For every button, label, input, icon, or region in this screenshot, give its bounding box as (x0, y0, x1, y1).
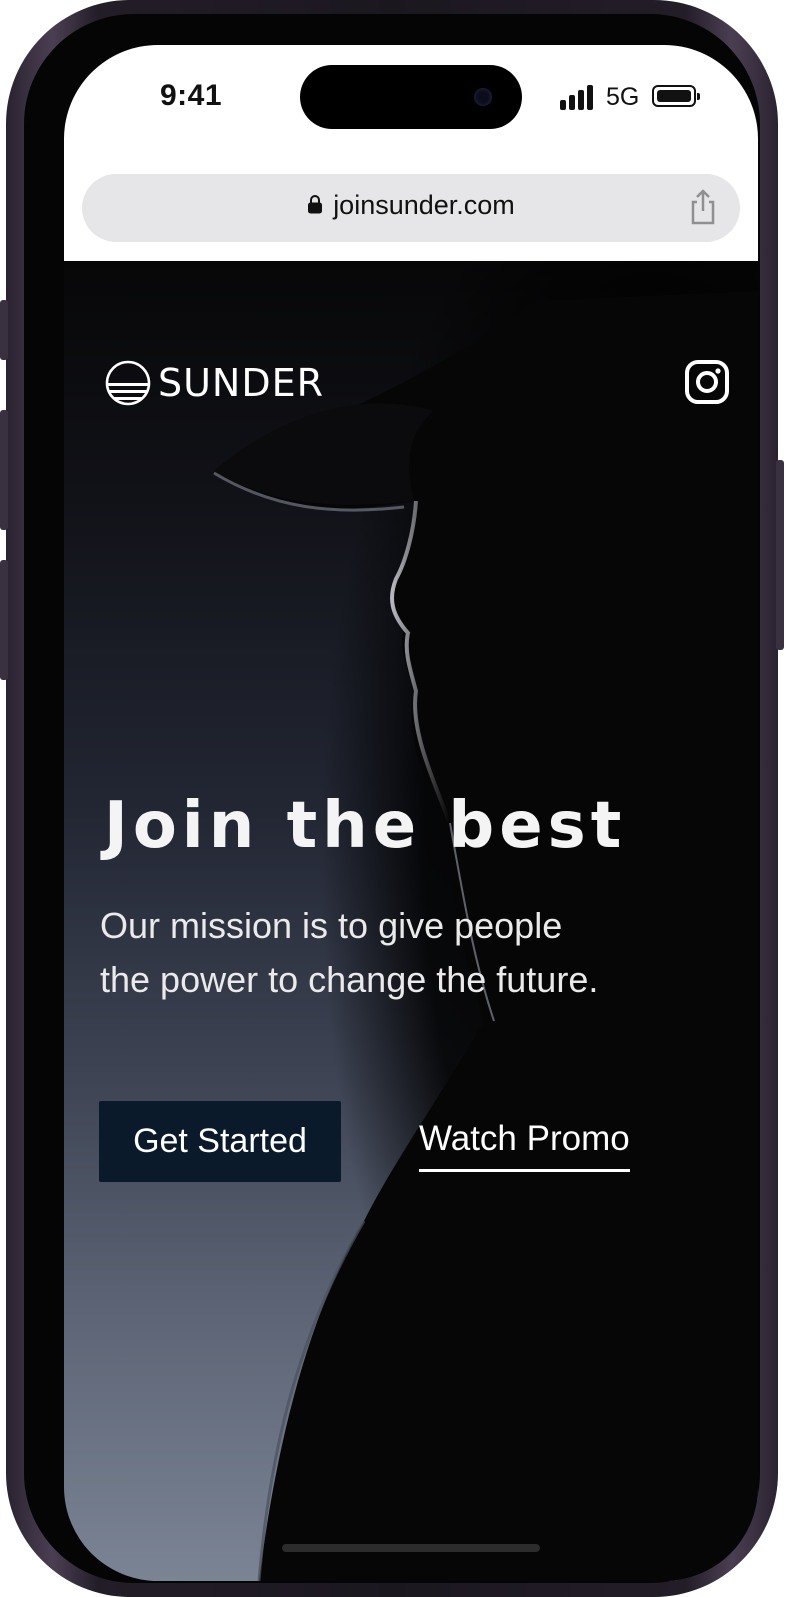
phone-bezel: 9:41 5G joinsunder.com SUNDER Join the b… (24, 14, 760, 1583)
phone-screen: 9:41 5G joinsunder.com SUNDER Join the b… (64, 45, 758, 1581)
status-time: 9:41 (160, 79, 223, 112)
url-field[interactable]: joinsunder.com (82, 174, 740, 242)
status-bar: 9:41 5G (64, 45, 758, 145)
get-started-button[interactable]: Get Started (99, 1101, 341, 1182)
browser-address-bar: joinsunder.com (64, 145, 758, 261)
hero-section: SUNDER Join the best Our mission is to g… (64, 261, 758, 1581)
instagram-icon[interactable] (684, 359, 730, 405)
brand-name: SUNDER (158, 361, 325, 405)
phone-frame: 9:41 5G joinsunder.com SUNDER Join the b… (0, 0, 784, 1597)
network-type: 5G (606, 83, 640, 111)
power-button (776, 460, 784, 650)
hero-subtitle-line-1: Our mission is to give people (100, 905, 563, 946)
camera-icon (474, 88, 492, 106)
hero-subtitle: Our mission is to give people the power … (100, 899, 700, 1007)
sun-horizon-icon (105, 360, 151, 406)
volume-up-button (0, 410, 8, 530)
url-text: joinsunder.com (333, 190, 515, 220)
volume-down-button (0, 560, 8, 680)
home-indicator (282, 1544, 540, 1552)
sunder-logo[interactable]: SUNDER (104, 359, 324, 407)
signal-icon (560, 85, 593, 110)
hero-subtitle-line-2: the power to change the future. (100, 959, 599, 1000)
lock-icon (308, 194, 323, 214)
hero-headline: Join the best (104, 789, 627, 863)
dynamic-island (300, 65, 522, 129)
watch-promo-link[interactable]: Watch Promo (419, 1119, 630, 1172)
share-icon[interactable] (688, 188, 718, 226)
action-button (0, 300, 8, 360)
battery-icon (652, 85, 700, 107)
